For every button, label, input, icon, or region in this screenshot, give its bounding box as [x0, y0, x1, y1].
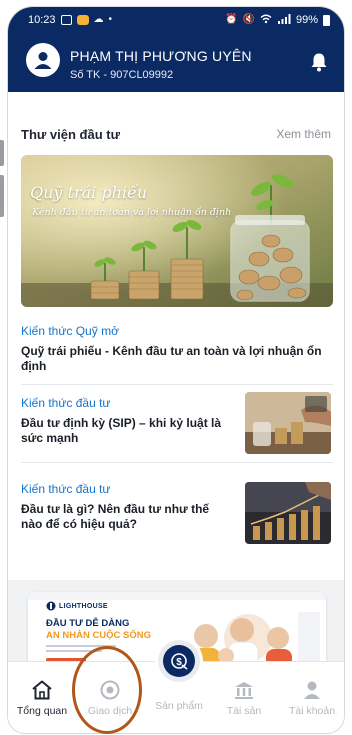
battery-icon [323, 14, 330, 26]
article-category[interactable]: Kiến thức Quỹ mở [21, 324, 333, 338]
tab-label: Tài sản [226, 705, 262, 717]
app-screen: 10:23 ☁ • ⏰ 🔇 99% PHẠM THỊ PHƯƠNG UYÊN S… [7, 6, 345, 734]
sip-thumbnail-image [245, 392, 331, 454]
account-name: PHẠM THỊ PHƯƠNG UYÊN [70, 48, 252, 64]
products-icon: $ [163, 645, 195, 677]
wifi-icon [260, 14, 272, 27]
account-header[interactable]: PHẠM THỊ PHƯƠNG UYÊN Số TK - 907CL09992 [8, 35, 344, 89]
article-thumbnail[interactable] [245, 392, 331, 454]
promo-subheadline: AN NHÀN CUỘC SỐNG [46, 630, 152, 641]
promo-logo: LIGHTHOUSE [46, 601, 108, 611]
cloud-icon: ☁ [93, 14, 104, 25]
banner-subtitle: Kênh đầu tư an toàn và lợi nhuận ổn định [32, 207, 232, 218]
avatar[interactable] [26, 43, 60, 77]
volume-down-button [0, 175, 4, 217]
main-content[interactable]: Thư viện đầu tư Xem thêm Quỹ trái phiếu … [8, 92, 344, 663]
article-title[interactable]: Quỹ trái phiếu - Kênh đầu tư an toàn và … [21, 344, 327, 374]
tab-assets[interactable]: Tài sản [210, 662, 278, 733]
bell-icon[interactable] [310, 52, 328, 77]
assets-icon [233, 680, 255, 705]
account-icon [301, 680, 323, 705]
dot-icon: • [108, 14, 113, 25]
divider [21, 384, 333, 385]
tab-label: Tài khoản [288, 705, 336, 717]
mute-icon: 🔇 [242, 14, 255, 25]
banner-title: Quỹ trái phiếu [30, 183, 148, 202]
products-button[interactable]: $ [158, 640, 200, 682]
article-thumbnail[interactable] [245, 482, 331, 544]
signal-icon [277, 13, 291, 27]
svg-text:$: $ [176, 657, 182, 668]
promo-logo-text: LIGHTHOUSE [59, 602, 108, 610]
investment-library-card: Thư viện đầu tư Xem thêm Quỹ trái phiếu … [8, 92, 344, 580]
user-icon [34, 52, 52, 69]
home-icon [31, 680, 53, 705]
volume-up-button [0, 140, 4, 166]
status-time: 10:23 [28, 14, 56, 26]
highlight-annotation [72, 646, 142, 734]
section-title: Thư viện đầu tư [21, 127, 120, 142]
article-item[interactable]: Kiến thức Quỹ mở Quỹ trái phiếu - Kênh đ… [21, 324, 333, 374]
featured-banner[interactable]: Quỹ trái phiếu Kênh đầu tư an toàn và lợ… [21, 155, 333, 307]
status-bar: 10:23 ☁ • ⏰ 🔇 99% [8, 7, 344, 33]
tab-account[interactable]: Tài khoản [278, 662, 344, 733]
coins-plant-illustration [21, 155, 333, 307]
article-title[interactable]: Đầu tư là gì? Nên đầu tư như thế nào để … [21, 502, 221, 532]
phone-frame: 10:23 ☁ • ⏰ 🔇 99% PHẠM THỊ PHƯƠNG UYÊN S… [0, 0, 352, 735]
promo-headline: ĐẦU TƯ DỄ DÀNG [46, 618, 130, 629]
app-header: 10:23 ☁ • ⏰ 🔇 99% PHẠM THỊ PHƯƠNG UYÊN S… [8, 7, 344, 92]
lighthouse-logo-icon [46, 601, 56, 611]
account-number: Số TK - 907CL09992 [70, 69, 174, 81]
tab-overview[interactable]: Tổng quan [8, 662, 76, 733]
gallery-icon [60, 15, 72, 25]
app-notification-icon [76, 15, 89, 25]
divider [21, 462, 333, 463]
tab-label: Tổng quan [16, 705, 68, 717]
alarm-icon: ⏰ [225, 14, 238, 25]
battery-percent: 99% [295, 14, 318, 26]
tab-products-label[interactable]: Sản phẩm [143, 700, 215, 712]
investing-thumbnail-image [245, 482, 331, 544]
article-title[interactable]: Đầu tư định kỳ (SIP) – khi kỷ luật là sứ… [21, 416, 231, 446]
bottom-tab-bar: Tổng quan Giao dịch $ Sản phẩm Tài sản T… [8, 640, 344, 733]
see-more-link[interactable]: Xem thêm [276, 127, 331, 141]
